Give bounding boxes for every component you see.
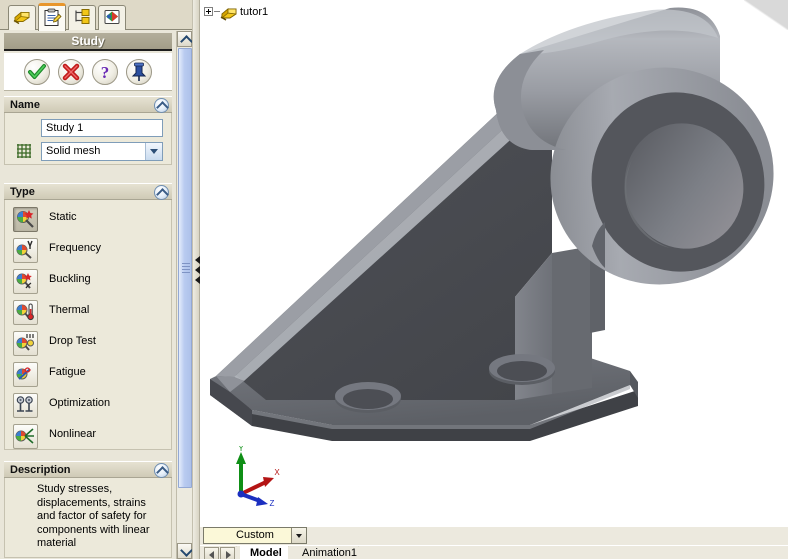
chevron-down-icon[interactable] xyxy=(145,143,162,160)
property-manager-panel: Study ? Name Study 1 Solid mesh Type Sta… xyxy=(0,0,196,559)
bottom-bar: Custom Model Animation1 xyxy=(200,527,788,559)
chevron-up-icon[interactable] xyxy=(154,98,169,113)
mesh-type-select[interactable]: Solid mesh xyxy=(41,142,163,161)
description-section-header[interactable]: Description xyxy=(4,461,172,478)
tab-separator xyxy=(358,546,368,559)
tab-label: Model xyxy=(250,547,282,559)
cancel-button[interactable] xyxy=(58,58,84,85)
display-manager-tab[interactable] xyxy=(98,5,126,30)
mesh-grid-icon xyxy=(15,142,33,160)
configuration-manager-tab[interactable] xyxy=(68,5,96,30)
study-type-static[interactable]: Static xyxy=(5,204,171,235)
svg-text:X: X xyxy=(274,468,280,477)
property-manager-button-row: ? xyxy=(4,53,172,91)
description-section-body: Study stresses, displacements, strains a… xyxy=(4,478,172,558)
study-type-label: Optimization xyxy=(49,397,111,409)
scroll-up-button[interactable] xyxy=(177,31,192,47)
tab-model[interactable]: Model xyxy=(240,546,288,559)
study-type-thermal[interactable]: Thermal xyxy=(5,297,171,328)
study-type-buckling[interactable]: Buckling xyxy=(5,266,171,297)
mesh-type-value: Solid mesh xyxy=(46,145,101,157)
tab-label: Animation1 xyxy=(302,547,358,559)
study-type-label: Frequency xyxy=(49,242,101,254)
help-button[interactable]: ? xyxy=(92,58,118,85)
drop-test-study-icon xyxy=(13,331,38,356)
tab-animation1[interactable]: Animation1 xyxy=(292,546,363,559)
tab-scroll-next-button[interactable] xyxy=(220,547,235,559)
description-text: Study stresses, displacements, strains a… xyxy=(13,483,165,555)
scrollbar-thumb[interactable] xyxy=(178,48,192,488)
configuration-value: Custom xyxy=(236,529,274,541)
study-type-frequency[interactable]: Frequency xyxy=(5,235,171,266)
study-type-label: Static xyxy=(49,211,77,223)
name-section-body: Study 1 Solid mesh xyxy=(4,113,172,165)
study-type-fatigue[interactable]: Fatigue xyxy=(5,359,171,390)
scroll-down-button[interactable] xyxy=(177,543,192,559)
study-type-drop-test[interactable]: Drop Test xyxy=(5,328,171,359)
graphics-viewport[interactable]: tutor1 Y X Z xyxy=(200,0,788,527)
type-section-title: Type xyxy=(10,186,35,198)
study-type-label: Drop Test xyxy=(49,335,96,347)
scrollbar-grip-icon xyxy=(182,263,190,273)
study-type-label: Nonlinear xyxy=(49,428,97,440)
feature-manager-tab[interactable] xyxy=(8,5,36,30)
config-nodes-icon xyxy=(72,8,92,29)
render-cube-icon xyxy=(102,8,122,29)
reference-triad: Y X Z xyxy=(228,444,286,509)
property-manager-title: Study xyxy=(4,33,172,51)
description-section-title: Description xyxy=(10,464,71,476)
ok-button[interactable] xyxy=(24,58,50,85)
svg-text:Z: Z xyxy=(270,499,275,506)
solidworks-simulation-window: Study ? Name Study 1 Solid mesh Type Sta… xyxy=(0,0,788,559)
document-tab-row: Model Animation1 xyxy=(200,545,788,559)
pin-button[interactable] xyxy=(126,58,152,85)
study-type-label: Buckling xyxy=(49,273,91,285)
study-name-input[interactable]: Study 1 xyxy=(41,119,163,137)
chevron-up-icon[interactable] xyxy=(154,185,169,200)
study-type-label: Fatigue xyxy=(49,366,86,378)
svg-text:Y: Y xyxy=(238,446,244,453)
clipboard-icon xyxy=(42,7,62,30)
manager-tab-strip xyxy=(0,0,196,31)
tab-scroll-prev-button[interactable] xyxy=(204,547,219,559)
property-manager-tab[interactable] xyxy=(38,3,66,31)
configuration-combo[interactable]: Custom xyxy=(203,527,307,544)
frequency-study-icon xyxy=(13,238,38,263)
type-section-header[interactable]: Type xyxy=(4,183,172,200)
study-type-label: Thermal xyxy=(49,304,90,316)
optimization-study-icon xyxy=(13,393,38,418)
type-section-body: Static Frequency Buckling Thermal Drop T… xyxy=(4,200,172,450)
study-type-nonlinear[interactable]: Nonlinear xyxy=(5,421,171,452)
fatigue-study-icon xyxy=(13,362,38,387)
chevron-up-icon[interactable] xyxy=(154,463,169,478)
name-section-title: Name xyxy=(10,99,40,111)
thermal-study-icon xyxy=(13,300,38,325)
panel-scrollbar[interactable] xyxy=(176,31,192,559)
panel-splitter[interactable] xyxy=(192,0,200,559)
cad-model-bracket[interactable] xyxy=(200,0,788,527)
svg-text:?: ? xyxy=(101,63,110,82)
static-study-icon xyxy=(13,207,38,232)
study-type-optimization[interactable]: Optimization xyxy=(5,390,171,421)
buckling-study-icon xyxy=(13,269,38,294)
nonlinear-study-icon xyxy=(13,424,38,449)
chevron-down-icon[interactable] xyxy=(291,528,306,543)
part-tree-icon xyxy=(12,8,32,29)
name-section-header[interactable]: Name xyxy=(4,96,172,113)
